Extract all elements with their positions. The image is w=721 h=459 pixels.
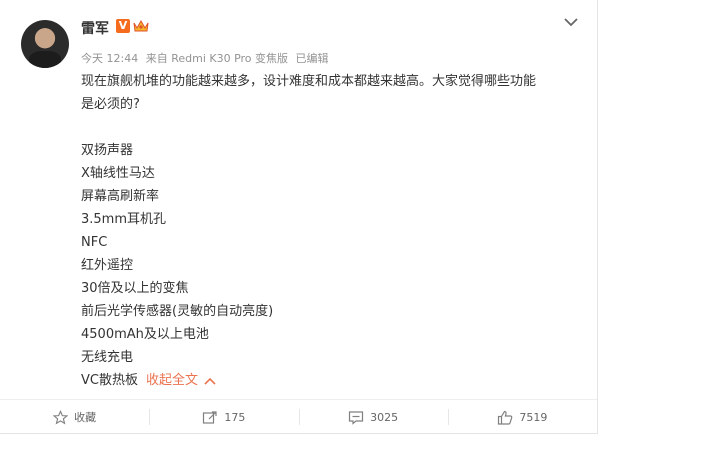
list-item-text: VC散热板 — [81, 373, 138, 388]
post-meta: 今天 12:44 来自 Redmi K30 Pro 变焦版 已编辑 — [81, 50, 333, 66]
thumbs-up-icon — [498, 410, 513, 425]
repost-icon — [203, 410, 217, 424]
edited-label[interactable]: 已编辑 — [296, 52, 329, 65]
list-item-last: VC散热板 收起全文 — [81, 369, 581, 392]
post-source[interactable]: 来自 Redmi K30 Pro 变焦版 — [146, 52, 288, 65]
action-bar: 收藏 175 3025 7519 — [0, 399, 597, 434]
collapse-label: 收起全文 — [145, 373, 198, 388]
list-item: 前后光学传感器(灵敏的自动亮度) — [81, 304, 274, 319]
comment-button[interactable]: 3025 — [298, 400, 448, 434]
list-item: 双扬声器 — [81, 143, 134, 158]
list-item: 4500mAh及以上电池 — [81, 327, 209, 342]
list-item: 屏幕高刷新率 — [81, 189, 160, 204]
list-item: X轴线性马达 — [81, 166, 155, 181]
post-text-line-1: 现在旗舰机堆的功能越来越多，设计难度和成本都越来越高。大家觉得哪些功能 — [81, 74, 537, 89]
list-item: 30倍及以上的变焦 — [81, 281, 189, 296]
username[interactable]: 雷军 — [81, 18, 109, 38]
like-count: 7519 — [519, 410, 548, 424]
chevron-down-icon[interactable] — [563, 16, 579, 28]
repost-count: 175 — [224, 410, 246, 424]
post-body: 现在旗舰机堆的功能越来越多，设计难度和成本都越来越高。大家觉得哪些功能 是必须的… — [81, 70, 581, 392]
like-button[interactable]: 7519 — [447, 400, 597, 434]
verified-badge[interactable]: V — [116, 19, 130, 33]
collapse-text-link[interactable]: 收起全文 — [146, 373, 216, 388]
list-item: 红外遥控 — [81, 258, 134, 273]
star-icon — [53, 409, 69, 424]
favorite-label: 收藏 — [74, 411, 97, 424]
comment-count: 3025 — [370, 410, 399, 424]
crown-icon[interactable] — [133, 19, 149, 33]
post-text-line-2: 是必须的? — [81, 97, 140, 112]
chevron-up-icon — [204, 377, 216, 385]
list-item: NFC — [81, 235, 108, 250]
list-item: 无线充电 — [81, 350, 134, 365]
weibo-post-card: 雷军 V 今天 12:44 来自 Redmi K30 Pro 变焦版 已编辑 现… — [0, 0, 598, 434]
post-time[interactable]: 今天 12:44 — [81, 52, 138, 65]
avatar[interactable] — [21, 20, 69, 68]
list-item: 3.5mm耳机孔 — [81, 212, 167, 227]
favorite-button[interactable]: 收藏 — [0, 400, 149, 434]
repost-button[interactable]: 175 — [149, 400, 298, 434]
comment-icon — [349, 410, 364, 425]
